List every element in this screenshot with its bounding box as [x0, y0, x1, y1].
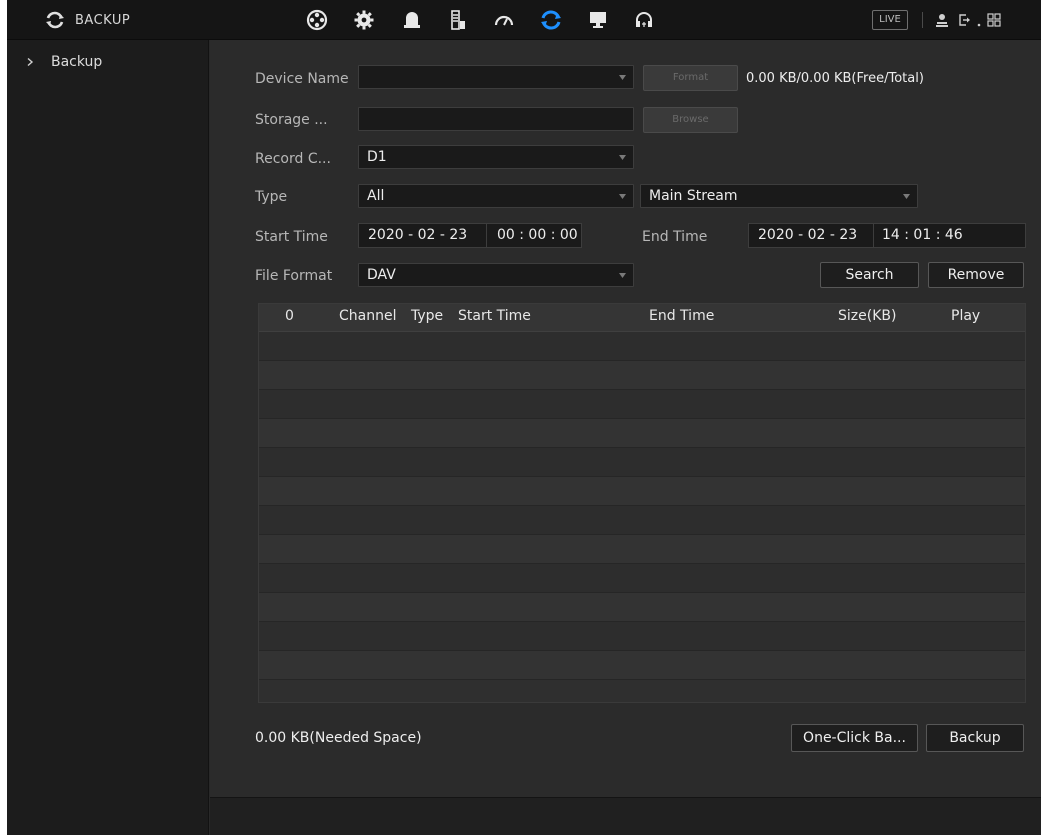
start-clock-value: 00 : 00 : 00 — [497, 227, 578, 243]
browse-button[interactable]: Browse — [643, 107, 738, 133]
dropdown-arrow-icon — [619, 194, 626, 199]
sidebar-item-backup[interactable]: Backup — [7, 50, 209, 74]
end-date-value: 2020 - 02 - 23 — [758, 227, 858, 243]
backup-button[interactable]: Backup — [926, 724, 1024, 752]
dot-icon — [977, 23, 981, 27]
storage-path-field[interactable] — [358, 107, 634, 131]
table-row[interactable] — [259, 448, 1025, 477]
file-format-label: File Format — [255, 268, 333, 284]
table-row[interactable] — [259, 477, 1025, 506]
device-capacity: 0.00 KB/0.00 KB(Free/Total) — [746, 71, 924, 86]
one-click-backup-button[interactable]: One-Click Ba... — [791, 724, 918, 752]
column-end-time: End Time — [649, 308, 715, 324]
table-row[interactable] — [259, 564, 1025, 593]
storage-icon[interactable] — [447, 9, 469, 31]
format-button[interactable]: Format — [643, 65, 738, 91]
live-button[interactable]: LIVE — [872, 10, 908, 30]
record-channel-value: D1 — [367, 149, 387, 165]
device-name-select[interactable] — [358, 65, 634, 89]
table-row[interactable] — [259, 535, 1025, 564]
page-title-group: BACKUP — [45, 8, 130, 32]
status-bar — [210, 797, 1041, 835]
alarm-bell-icon[interactable] — [401, 9, 423, 31]
table-row[interactable] — [259, 651, 1025, 680]
type-value: All — [367, 188, 385, 204]
record-channel-label: Record C... — [255, 151, 331, 167]
table-row[interactable] — [259, 593, 1025, 622]
remove-button[interactable]: Remove — [928, 262, 1024, 288]
end-clock-value: 14 : 01 : 46 — [882, 227, 963, 243]
speedometer-icon[interactable] — [493, 9, 515, 31]
table-row[interactable] — [259, 332, 1025, 361]
table-header: 0 Channel Type Start Time End Time Size(… — [259, 304, 1025, 332]
storage-path-label: Storage ... — [255, 112, 328, 128]
table-row[interactable] — [259, 506, 1025, 535]
grid-icon[interactable] — [987, 12, 1001, 28]
backup-sync-icon — [46, 11, 64, 29]
record-channel-select[interactable]: D1 — [358, 145, 634, 169]
column-start-time: Start Time — [458, 308, 531, 324]
file-format-value: DAV — [367, 267, 396, 283]
headset-icon[interactable] — [633, 9, 655, 31]
dropdown-arrow-icon — [619, 155, 626, 160]
file-format-select[interactable]: DAV — [358, 263, 634, 287]
table-row[interactable] — [259, 419, 1025, 448]
table-row[interactable] — [259, 390, 1025, 419]
table-body — [259, 332, 1025, 680]
sidebar-item-label: Backup — [51, 54, 103, 70]
start-time-field[interactable]: 2020 - 02 - 23 00 : 00 : 00 — [358, 223, 582, 248]
device-name-label: Device Name — [255, 71, 349, 87]
table-row[interactable] — [259, 361, 1025, 390]
column-type: Type — [411, 308, 444, 324]
end-time-field[interactable]: 2020 - 02 - 23 14 : 01 : 46 — [748, 223, 1026, 248]
stream-select[interactable]: Main Stream — [640, 184, 918, 208]
type-label: Type — [255, 189, 288, 205]
dvr-window: BACKUP LIVE Backup Device Name Format 0.… — [7, 0, 1041, 835]
dropdown-arrow-icon — [619, 75, 626, 80]
dropdown-arrow-icon — [903, 194, 910, 199]
search-button[interactable]: Search — [820, 262, 919, 288]
monitor-icon[interactable] — [587, 9, 609, 31]
main-panel: Device Name Format 0.00 KB/0.00 KB(Free/… — [210, 40, 1041, 835]
backup-sync-icon[interactable] — [540, 9, 562, 31]
start-date-value: 2020 - 02 - 23 — [368, 227, 468, 243]
column-channel: Channel — [339, 308, 397, 324]
column-size: Size(KB) — [838, 308, 897, 324]
column-count[interactable]: 0 — [285, 308, 294, 324]
top-bar: BACKUP LIVE — [7, 0, 1041, 40]
gear-icon[interactable] — [353, 9, 375, 31]
user-icon[interactable] — [935, 12, 949, 28]
logout-icon[interactable] — [957, 12, 971, 28]
type-select[interactable]: All — [358, 184, 634, 208]
needed-space: 0.00 KB(Needed Space) — [255, 730, 422, 746]
chevron-right-icon — [27, 57, 34, 67]
stream-value: Main Stream — [649, 188, 738, 204]
dropdown-arrow-icon — [619, 273, 626, 278]
start-time-label: Start Time — [255, 229, 328, 245]
table-row[interactable] — [259, 622, 1025, 651]
column-play: Play — [951, 308, 981, 324]
end-time-label: End Time — [642, 229, 708, 245]
page-title: BACKUP — [75, 12, 131, 28]
film-reel-icon[interactable] — [306, 9, 328, 31]
record-table: 0 Channel Type Start Time End Time Size(… — [258, 303, 1026, 703]
header-divider — [922, 12, 923, 28]
sidebar: Backup — [7, 40, 209, 835]
